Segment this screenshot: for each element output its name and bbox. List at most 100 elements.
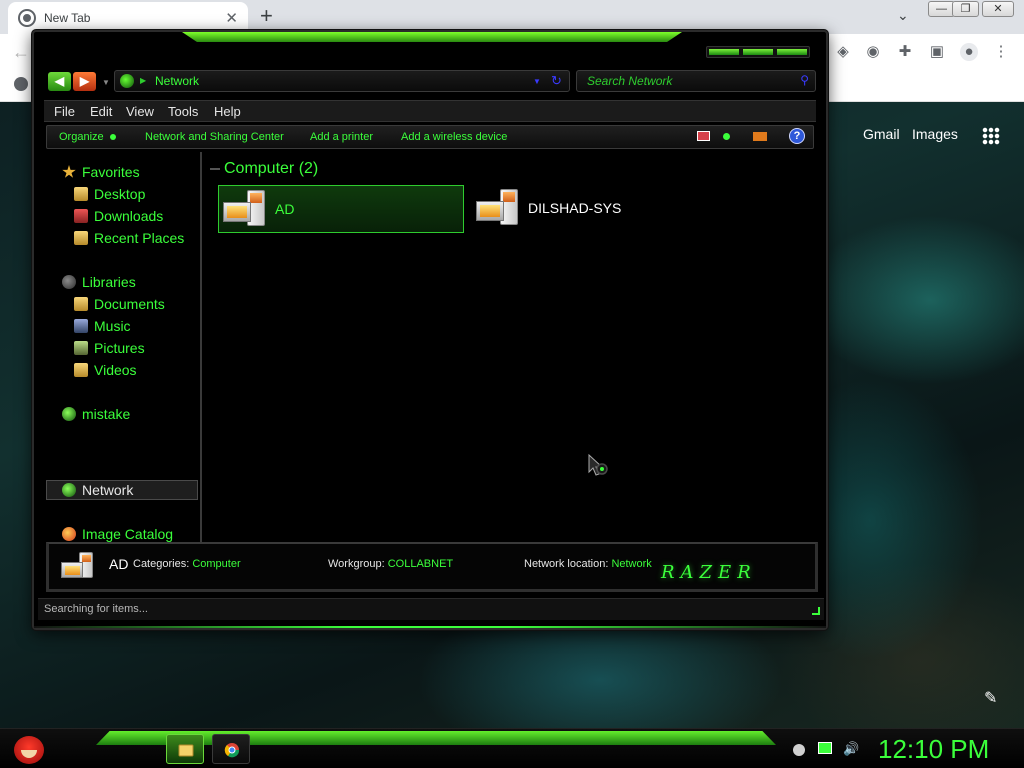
nav-music[interactable]: Music — [74, 318, 131, 338]
computer-tile-ad[interactable]: AD — [218, 185, 464, 233]
refresh-icon[interactable]: ↻ — [551, 73, 562, 89]
menu-view[interactable]: View — [126, 104, 154, 119]
network-icon — [62, 483, 76, 497]
tray-network-icon[interactable] — [793, 744, 805, 756]
globe-icon[interactable] — [14, 77, 28, 91]
organize-dropdown-icon — [109, 134, 116, 141]
group-header[interactable]: Computer (2) — [210, 160, 318, 178]
new-tab-button[interactable]: + — [260, 5, 273, 27]
window-close-button[interactable]: ✕ — [982, 1, 1014, 17]
change-view-icon[interactable] — [697, 131, 710, 141]
menu-help[interactable]: Help — [214, 104, 241, 119]
forward-button[interactable]: ▶ — [73, 72, 96, 91]
window-minimize-button[interactable]: — — [928, 1, 955, 17]
address-text[interactable]: Network — [155, 74, 199, 88]
nav-music-label: Music — [94, 318, 131, 334]
puzzle-icon[interactable]: ✚ — [896, 43, 914, 61]
nav-homegroup[interactable]: mistake — [62, 406, 130, 426]
chrome-icon — [224, 743, 240, 758]
computer-icon — [223, 190, 269, 228]
videos-icon — [74, 363, 88, 377]
details-workgroup: Workgroup: COLLABNET — [328, 558, 453, 570]
window-restore-button[interactable]: ❐ — [952, 1, 979, 17]
window-top-glow — [182, 32, 682, 42]
maximize-button[interactable] — [743, 49, 773, 55]
images-link[interactable]: Images — [912, 126, 958, 142]
window-caption-buttons[interactable] — [706, 46, 810, 58]
nav-libraries-label: Libraries — [82, 274, 136, 290]
nav-pictures[interactable]: Pictures — [74, 340, 145, 360]
menu-tools[interactable]: Tools — [168, 104, 198, 119]
computer-tile-dilshad-sys[interactable]: DILSHAD-SYS — [472, 185, 718, 233]
nav-network-label: Network — [82, 482, 134, 498]
details-pane: AD Categories: Computer Workgroup: COLLA… — [46, 542, 818, 592]
network-globe-icon — [120, 74, 134, 88]
nav-network[interactable]: Network — [62, 482, 133, 502]
tab-search-chevron-icon[interactable]: ⌄ — [897, 7, 909, 24]
tab-close-icon[interactable]: ✕ — [225, 9, 238, 27]
tray-display-icon[interactable] — [818, 742, 832, 754]
taskbar-clock[interactable]: 12:10 PM — [878, 734, 989, 765]
nav-documents-label: Documents — [94, 296, 165, 312]
status-text: Searching for items... — [44, 603, 148, 615]
nav-videos[interactable]: Videos — [74, 362, 137, 382]
back-button[interactable]: ◀ — [48, 72, 71, 91]
pencil-icon[interactable]: ✎ — [984, 688, 997, 708]
resize-grip-icon[interactable] — [812, 607, 820, 615]
start-button[interactable] — [8, 730, 48, 768]
apps-grid-icon[interactable] — [982, 127, 1000, 145]
pictures-icon — [74, 341, 88, 355]
nav-favorites[interactable]: Favorites — [62, 164, 140, 184]
sidepanel-icon[interactable]: ▣ — [928, 43, 946, 61]
search-icon[interactable]: ⚲ — [800, 73, 809, 87]
help-icon[interactable]: ? — [789, 128, 805, 144]
categories-value: Computer — [192, 558, 241, 570]
status-bar: Searching for items... — [38, 598, 824, 620]
categories-label: Categories: — [133, 558, 190, 570]
recent-places-icon — [74, 231, 88, 245]
close-button[interactable] — [777, 49, 807, 55]
back-arrow-icon[interactable]: ← — [12, 42, 30, 63]
details-categories: Categories: Computer — [133, 558, 241, 570]
nav-image-catalog-label: Image Catalog — [82, 526, 174, 542]
razer-logo: RAZER — [661, 562, 757, 583]
menu-edit[interactable]: Edit — [90, 104, 112, 119]
breadcrumb-separator-icon[interactable]: ▶ — [140, 76, 146, 85]
gmail-link[interactable]: Gmail — [863, 126, 900, 142]
network-sharing-center-button[interactable]: Network and Sharing Center — [145, 131, 284, 143]
nav-recent-places[interactable]: Recent Places — [74, 230, 184, 250]
music-icon — [74, 319, 88, 333]
group-header-label: Computer (2) — [224, 160, 319, 177]
view-options-icon[interactable] — [723, 133, 730, 140]
add-printer-button[interactable]: Add a printer — [310, 131, 373, 143]
menu-bar: File Edit View Tools Help — [44, 100, 816, 122]
homegroup-icon — [62, 407, 76, 421]
nav-downloads[interactable]: Downloads — [74, 208, 163, 228]
organize-button[interactable]: Organize — [59, 131, 116, 143]
computer-name: AD — [275, 201, 295, 217]
address-dropdown-icon[interactable]: ▼ — [533, 77, 541, 86]
organize-label: Organize — [59, 131, 104, 143]
nav-libraries[interactable]: Libraries — [62, 274, 136, 294]
image-catalog-icon — [62, 527, 76, 541]
address-bar[interactable]: ▶ Network ▼ ↻ — [114, 70, 570, 92]
extension-icon[interactable]: ◉ — [864, 43, 882, 61]
taskbar-chrome-button[interactable] — [212, 734, 250, 764]
recent-pages-dropdown-icon[interactable]: ▼ — [102, 78, 110, 87]
ublock-icon[interactable]: ◈ — [834, 43, 852, 61]
details-name: AD — [109, 556, 129, 572]
search-input[interactable]: Search Network ⚲ — [576, 70, 816, 92]
nav-favorites-label: Favorites — [82, 164, 140, 180]
taskbar-explorer-button[interactable] — [166, 734, 204, 764]
search-placeholder: Search Network — [587, 74, 673, 88]
minimize-button[interactable] — [709, 49, 739, 55]
add-wireless-device-button[interactable]: Add a wireless device — [401, 131, 507, 143]
more-menu-icon[interactable]: ⋮ — [992, 43, 1010, 61]
profile-avatar[interactable]: ● — [960, 43, 978, 61]
preview-pane-icon[interactable] — [753, 132, 767, 141]
menu-file[interactable]: File — [54, 104, 75, 119]
nav-documents[interactable]: Documents — [74, 296, 165, 316]
volume-icon[interactable]: 🔊 — [843, 741, 859, 757]
nav-desktop[interactable]: Desktop — [74, 186, 145, 206]
folder-icon — [178, 744, 194, 757]
